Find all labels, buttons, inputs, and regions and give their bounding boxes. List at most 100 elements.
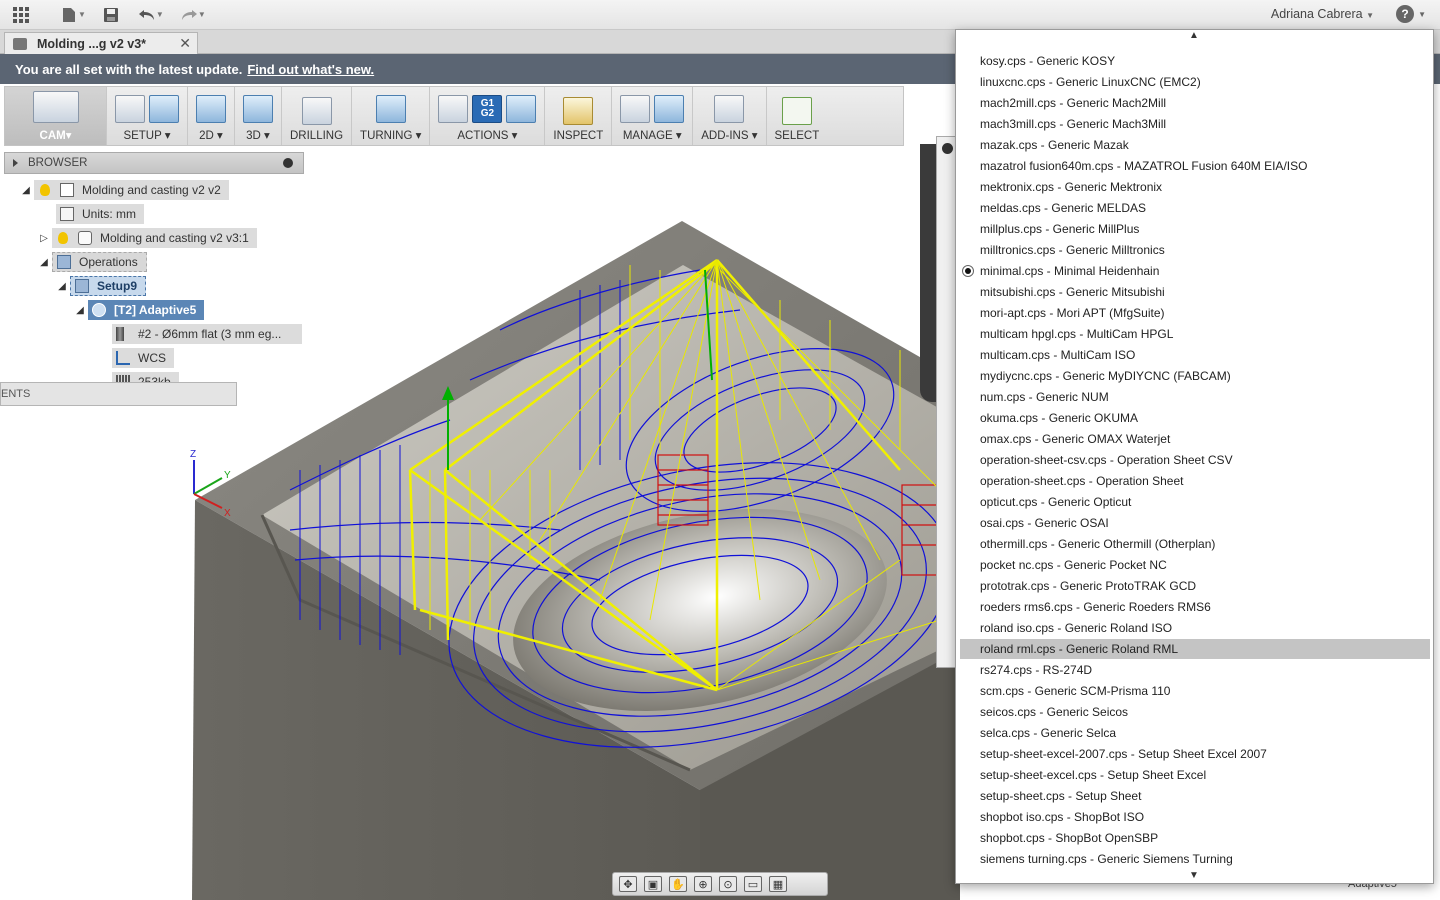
fit-zoom-icon[interactable]: ⊙ [719,876,737,892]
2d-toolpath-icon[interactable] [196,95,226,123]
tree-wcs[interactable]: WCS [112,348,174,368]
post-processor-option[interactable]: roland rml.cps - Generic Roland RML [960,639,1430,659]
post-processor-option[interactable]: setup-sheet.cps - Setup Sheet [960,786,1430,806]
tool-library-icon[interactable] [620,95,651,123]
visibility-bulb-icon[interactable] [58,232,68,244]
expand-triangle-icon[interactable]: ◢ [72,305,88,316]
user-menu[interactable]: Adriana Cabrera ▼ [1271,7,1374,21]
2d-menu[interactable]: 2D ▾ [188,87,235,145]
browser-minimize-icon[interactable] [283,158,293,168]
post-processor-option[interactable]: minimal.cps - Minimal Heidenhain [960,261,1430,281]
post-processor-option[interactable]: millplus.cps - Generic MillPlus [960,219,1430,239]
post-processor-option[interactable]: othermill.cps - Generic Othermill (Other… [960,534,1430,554]
inspect-menu[interactable]: INSPECT [545,87,613,145]
scroll-up-arrow-icon[interactable]: ▲ [1189,30,1199,41]
post-processor-option[interactable]: omax.cps - Generic OMAX Waterjet [960,429,1430,449]
stock-setup-icon[interactable] [149,95,179,123]
drill-icon[interactable] [301,97,332,125]
post-processor-option[interactable]: prototrak.cps - Generic ProtoTRAK GCD [960,576,1430,596]
tree-operation-adaptive[interactable]: ◢ [T2] Adaptive5 [72,300,205,320]
tree-operations[interactable]: ◢ Operations [36,252,147,272]
actions-menu[interactable]: G1 G2 ACTIONS ▾ [430,87,546,145]
post-processor-option[interactable]: mach3mill.cps - Generic Mach3Mill [960,114,1430,134]
3d-menu[interactable]: 3D ▾ [235,87,282,145]
post-processor-option[interactable]: milltronics.cps - Generic Milltronics [960,240,1430,260]
post-processor-option[interactable]: kosy.cps - Generic KOSY [960,51,1430,71]
comments-panel[interactable]: ENTS [0,382,237,406]
post-processor-option[interactable]: operation-sheet.cps - Operation Sheet [960,471,1430,491]
workspace-switcher[interactable]: CAM▾ [5,87,107,145]
look-at-icon[interactable]: ▣ [644,876,662,892]
post-processor-option[interactable]: roeders rms6.cps - Generic Roeders RMS6 [960,597,1430,617]
post-processor-option[interactable]: seicos.cps - Generic Seicos [960,702,1430,722]
scroll-down-arrow-icon[interactable]: ▼ [1189,870,1199,881]
post-processor-option[interactable]: mazak.cps - Generic Mazak [960,135,1430,155]
help-menu[interactable]: ? ▼ [1396,5,1426,23]
post-processor-option[interactable]: opticut.cps - Generic Opticut [960,492,1430,512]
measure-icon[interactable] [563,97,594,125]
3d-toolpath-icon[interactable] [243,95,273,123]
manage-menu[interactable]: MANAGE ▾ [612,87,694,145]
post-processor-option[interactable]: siemens turning.cps - Generic Siemens Tu… [960,849,1430,869]
redo-menu-chevron-icon[interactable]: ▼ [198,10,206,19]
post-processor-option[interactable]: mydiycnc.cps - Generic MyDIYCNC (FABCAM) [960,366,1430,386]
display-settings-icon[interactable]: ▭ [744,876,762,892]
select-menu[interactable]: SELECT [767,87,828,145]
post-processor-option[interactable]: meldas.cps - Generic MELDAS [960,198,1430,218]
post-processor-option[interactable]: setup-sheet-excel.cps - Setup Sheet Exce… [960,765,1430,785]
post-processor-option[interactable]: pocket nc.cps - Generic Pocket NC [960,555,1430,575]
browser-collapse-arrow-icon[interactable] [13,159,18,167]
post-processor-option[interactable]: mach2mill.cps - Generic Mach2Mill [960,93,1430,113]
template-library-icon[interactable] [654,95,685,123]
simulate-icon[interactable] [438,95,469,123]
visibility-bulb-icon[interactable] [40,184,50,196]
dialog-collapse-icon[interactable] [942,143,953,154]
post-processor-option[interactable]: roland iso.cps - Generic Roland ISO [960,618,1430,638]
document-tab[interactable]: Molding ...g v2 v3* ✕ [4,32,198,54]
post-processor-option[interactable]: okuma.cps - Generic OKUMA [960,408,1430,428]
post-process-g1g2-icon[interactable]: G1 G2 [472,95,503,123]
post-processor-dropdown-list[interactable]: ▲ kosy.cps - Generic KOSY linuxcnc.cps - … [955,29,1434,884]
post-processor-option[interactable]: operation-sheet-csv.cps - Operation Shee… [960,450,1430,470]
post-processor-option[interactable]: linuxcnc.cps - Generic LinuxCNC (EMC2) [960,72,1430,92]
close-tab-icon[interactable]: ✕ [179,35,191,52]
new-setup-icon[interactable] [115,95,145,123]
post-processor-option[interactable]: multicam.cps - MultiCam ISO [960,345,1430,365]
expand-triangle-icon[interactable]: ◢ [36,257,52,268]
app-grid-icon[interactable] [8,2,34,28]
post-processor-option[interactable]: mitsubishi.cps - Generic Mitsubishi [960,282,1430,302]
save-icon[interactable] [98,2,124,28]
post-processor-option[interactable]: multicam hpgl.cps - MultiCam HPGL [960,324,1430,344]
tree-units[interactable]: Units: mm [56,204,144,224]
post-processor-option[interactable]: shopbot.cps - ShopBot OpenSBP [960,828,1430,848]
tree-root[interactable]: ◢ Molding and casting v2 v2 [18,180,229,200]
post-processor-option[interactable]: shopbot iso.cps - ShopBot ISO [960,807,1430,827]
expand-triangle-icon[interactable]: ◢ [18,185,34,196]
expand-triangle-icon[interactable]: ◢ [54,281,70,292]
post-processor-option[interactable]: selca.cps - Generic Selca [960,723,1430,743]
post-processor-option[interactable]: mektronix.cps - Generic Mektronix [960,177,1430,197]
post-processor-option[interactable]: rs274.cps - RS-274D [960,660,1430,680]
tree-setup[interactable]: ◢ Setup9 [54,276,147,296]
tree-tool[interactable]: #2 - Ø6mm flat (3 mm eg... [112,324,302,344]
orbit-icon[interactable]: ✥ [619,876,637,892]
turning-menu[interactable]: TURNING ▾ [352,87,431,145]
browser-header[interactable]: BROWSER [4,152,304,174]
setup-sheet-icon[interactable] [506,95,537,123]
select-cursor-icon[interactable] [781,97,812,125]
scripts-addins-icon[interactable] [714,95,745,123]
grid-settings-icon[interactable]: ▦ [769,876,787,892]
expand-triangle-icon[interactable]: ▷ [36,233,52,244]
post-processor-option[interactable]: num.cps - Generic NUM [960,387,1430,407]
tree-component[interactable]: ▷ Molding and casting v2 v3:1 [36,228,257,248]
post-processor-option[interactable]: osai.cps - Generic OSAI [960,513,1430,533]
turning-icon[interactable] [375,95,406,123]
setup-menu[interactable]: SETUP ▾ [107,87,188,145]
post-processor-option[interactable]: mori-apt.cps - Mori APT (MfgSuite) [960,303,1430,323]
pan-hand-icon[interactable]: ✋ [669,876,687,892]
drilling-menu[interactable]: DRILLING [282,87,353,145]
post-processor-option[interactable]: mazatrol fusion640m.cps - MAZATROL Fusio… [960,156,1430,176]
file-menu-chevron-icon[interactable]: ▼ [78,10,86,19]
post-processor-option[interactable]: setup-sheet-excel-2007.cps - Setup Sheet… [960,744,1430,764]
add-ins-menu[interactable]: ADD-INS ▾ [693,87,767,145]
